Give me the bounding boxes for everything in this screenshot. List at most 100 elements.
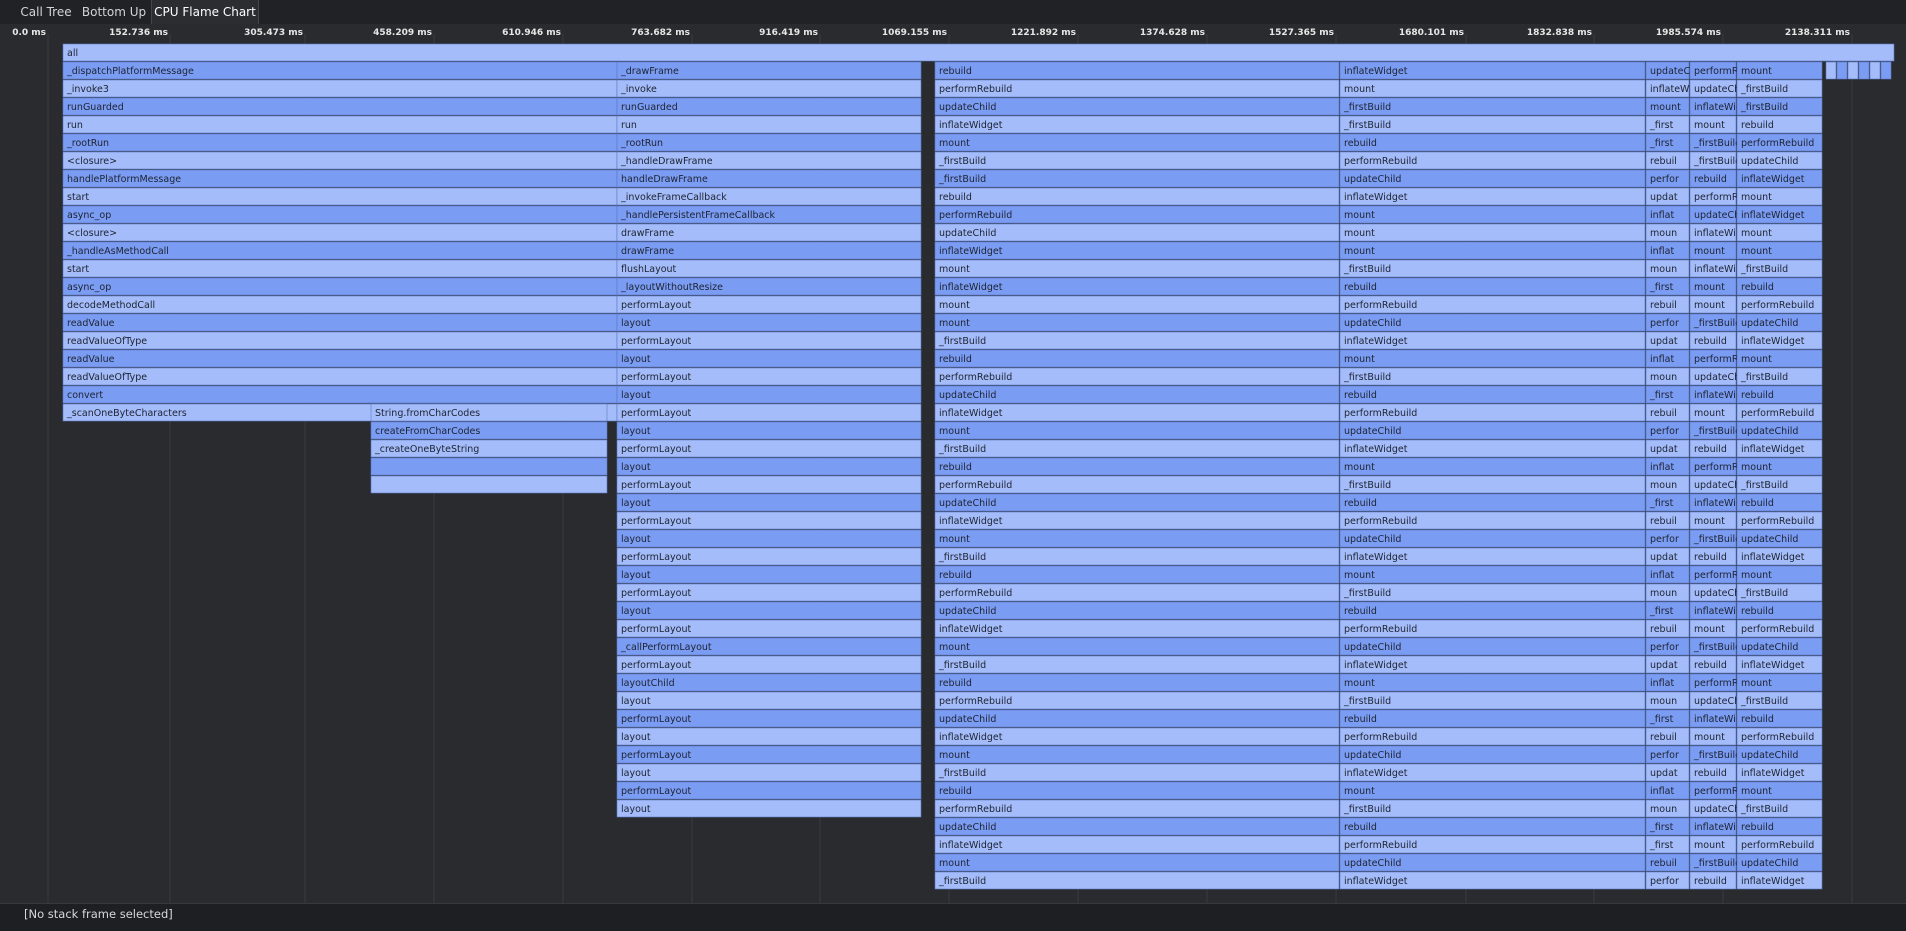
stack-frame[interactable] xyxy=(1847,61,1859,80)
stack-frame[interactable] xyxy=(616,349,922,368)
stack-frame[interactable] xyxy=(1339,223,1646,242)
stack-frame[interactable] xyxy=(1339,385,1646,404)
stack-frame[interactable] xyxy=(616,421,922,440)
stack-frame[interactable] xyxy=(934,133,1340,152)
stack-frame[interactable] xyxy=(62,79,618,98)
frame-column: String.fromCharCodes createFromCharCodes _… xyxy=(370,403,608,494)
stack-frame[interactable] xyxy=(1339,817,1646,836)
stack-frame-label: _firstBuild xyxy=(938,336,986,347)
stack-frame[interactable] xyxy=(1825,61,1837,80)
stack-frame[interactable] xyxy=(62,277,618,296)
stack-frame-label: rebuild xyxy=(1694,768,1727,779)
stack-frame[interactable] xyxy=(62,115,618,134)
stack-frame-label: mount xyxy=(1694,840,1725,851)
stack-frame-label: _firstBuild xyxy=(1343,588,1391,599)
stack-frame[interactable] xyxy=(616,313,922,332)
stack-frame[interactable] xyxy=(1339,493,1646,512)
stack-frame[interactable] xyxy=(934,349,1340,368)
stack-frame-label: moun xyxy=(1650,228,1677,239)
stack-frame[interactable] xyxy=(934,151,1340,170)
tab-call-tree[interactable]: Call Tree xyxy=(14,0,78,24)
stack-frame-label: inflat xyxy=(1650,354,1674,365)
stack-frame[interactable] xyxy=(1339,781,1646,800)
stack-frame[interactable] xyxy=(616,457,922,476)
stack-frame[interactable] xyxy=(616,115,922,134)
stack-frame[interactable] xyxy=(934,871,1340,890)
stack-frame[interactable] xyxy=(934,331,1340,350)
stack-frame[interactable] xyxy=(370,475,608,494)
stack-frame[interactable] xyxy=(616,79,922,98)
stack-frame[interactable] xyxy=(1339,241,1646,260)
stack-frame[interactable] xyxy=(934,637,1340,656)
stack-frame[interactable] xyxy=(62,349,618,368)
stack-frame[interactable] xyxy=(616,601,922,620)
stack-frame[interactable] xyxy=(62,313,618,332)
stack-frame[interactable] xyxy=(616,565,922,584)
stack-frame[interactable] xyxy=(934,169,1340,188)
stack-frame[interactable] xyxy=(934,655,1340,674)
stack-frame[interactable] xyxy=(934,673,1340,692)
stack-frame[interactable] xyxy=(616,799,922,818)
stack-frame[interactable] xyxy=(1339,133,1646,152)
stack-frame-label: rebuild xyxy=(1694,552,1727,563)
stack-frame[interactable] xyxy=(934,547,1340,566)
stack-frame-label: moun xyxy=(1650,480,1677,491)
stack-frame[interactable] xyxy=(934,187,1340,206)
stack-frame[interactable] xyxy=(934,313,1340,332)
stack-frame[interactable] xyxy=(62,205,618,224)
stack-frame[interactable] xyxy=(62,223,618,242)
stack-frame[interactable] xyxy=(62,385,618,404)
stack-frame[interactable] xyxy=(934,565,1340,584)
stack-frame[interactable] xyxy=(1869,61,1881,80)
stack-frame[interactable] xyxy=(62,97,618,116)
stack-frame[interactable] xyxy=(1339,709,1646,728)
stack-frame[interactable] xyxy=(1339,277,1646,296)
stack-frame[interactable] xyxy=(934,781,1340,800)
stack-frame[interactable] xyxy=(370,457,608,476)
stack-frame[interactable] xyxy=(62,259,618,278)
stack-frame[interactable] xyxy=(934,439,1340,458)
stack-frame-label: rebuild xyxy=(1741,498,1774,509)
stack-frame[interactable] xyxy=(616,691,922,710)
stack-frame[interactable] xyxy=(1339,601,1646,620)
stack-frame[interactable] xyxy=(934,61,1340,80)
stack-frame[interactable] xyxy=(934,259,1340,278)
stack-frame[interactable] xyxy=(1339,349,1646,368)
stack-frame[interactable] xyxy=(1836,61,1848,80)
stack-frame[interactable] xyxy=(1339,79,1646,98)
stack-frame[interactable] xyxy=(934,529,1340,548)
stack-frame-label: updateChild xyxy=(939,498,996,509)
stack-frame[interactable] xyxy=(934,853,1340,872)
stack-frame[interactable] xyxy=(616,529,922,548)
stack-frame-label: inflateWidget xyxy=(1344,768,1408,779)
stack-frame[interactable] xyxy=(616,385,922,404)
stack-frame[interactable] xyxy=(1339,673,1646,692)
flame-chart-canvas[interactable]: 0.0 ms 152.736 ms 305.473 ms 458.209 ms 610.… xyxy=(0,24,1906,903)
stack-frame-label: inflateWidget xyxy=(1741,336,1805,347)
stack-frame[interactable] xyxy=(1858,61,1870,80)
stack-frame[interactable] xyxy=(934,763,1340,782)
stack-frame[interactable] xyxy=(616,763,922,782)
tab-cpu-flame-chart[interactable]: CPU Flame Chart xyxy=(151,0,259,24)
stack-frame[interactable] xyxy=(616,493,922,512)
stack-frame[interactable] xyxy=(616,727,922,746)
stack-frame-label: rebuild xyxy=(1344,390,1377,401)
stack-frame[interactable] xyxy=(934,295,1340,314)
stack-frame[interactable] xyxy=(1880,61,1892,80)
stack-frame-label: layout xyxy=(621,318,651,329)
ruler-tick-label: 610.946 ms xyxy=(502,28,561,38)
stack-frame[interactable] xyxy=(1339,457,1646,476)
stack-frame[interactable] xyxy=(62,133,618,152)
stack-frame[interactable] xyxy=(62,187,618,206)
stack-frame[interactable] xyxy=(1339,205,1646,224)
flame-chart[interactable]: 0.0 ms 152.736 ms 305.473 ms 458.209 ms 610.… xyxy=(0,24,1906,903)
stack-frame[interactable] xyxy=(934,457,1340,476)
stack-frame-label: performRebuild xyxy=(1344,156,1417,167)
stack-frame[interactable] xyxy=(934,745,1340,764)
stack-frame[interactable] xyxy=(62,43,1895,62)
stack-frame-label: _firstBuild xyxy=(1693,642,1741,653)
stack-frame[interactable] xyxy=(1339,565,1646,584)
stack-frame[interactable] xyxy=(934,421,1340,440)
tab-bottom-up[interactable]: Bottom Up xyxy=(79,0,149,24)
stack-frame[interactable] xyxy=(62,151,618,170)
